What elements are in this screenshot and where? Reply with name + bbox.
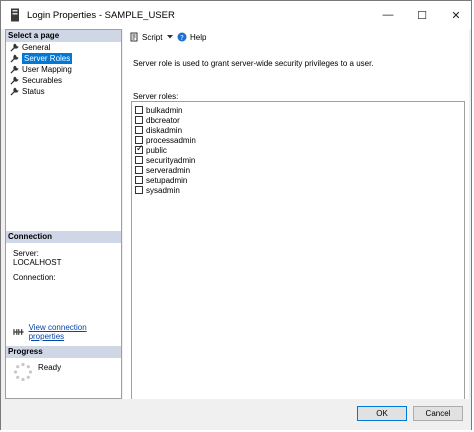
server-value: LOCALHOST — [13, 258, 62, 267]
title-bar[interactable]: Login Properties - SAMPLE_USER — ☐ ✕ — [1, 1, 471, 29]
script-label: Script — [142, 32, 163, 42]
nav-item-server-roles[interactable]: Server Roles — [10, 53, 73, 64]
connection-header: Connection — [6, 231, 121, 243]
wrench-icon — [10, 87, 19, 96]
nav-item-label: Securables — [22, 76, 63, 85]
ok-button[interactable]: OK — [357, 406, 407, 421]
left-panel: Select a page General Server Roles User … — [5, 29, 122, 399]
server-roles-list[interactable]: bulkadmin dbcreator diskadmin processadm… — [131, 101, 465, 408]
role-label: securityadmin — [146, 155, 196, 165]
role-label: diskadmin — [146, 125, 183, 135]
role-label: dbcreator — [146, 115, 180, 125]
nav-item-status[interactable]: Status — [10, 86, 45, 97]
role-checkbox[interactable] — [135, 126, 143, 134]
role-item-diskadmin[interactable]: diskadmin — [135, 125, 182, 135]
role-label: sysadmin — [146, 185, 180, 195]
dialog-footer: OK Cancel — [1, 399, 471, 430]
role-checkbox[interactable] — [135, 166, 143, 174]
view-connection-properties-text[interactable]: View connection properties — [29, 323, 121, 341]
role-checkbox[interactable] — [135, 156, 143, 164]
help-label: Help — [190, 32, 207, 42]
wrench-icon — [10, 65, 19, 74]
role-checkbox-checked[interactable]: ✓ — [135, 143, 144, 154]
role-item-sysadmin[interactable]: sysadmin — [135, 185, 180, 195]
server-roles-label: Server roles: — [133, 92, 179, 101]
nav-item-securables[interactable]: Securables — [10, 75, 62, 86]
script-button[interactable]: Script — [129, 32, 174, 42]
minimize-button[interactable]: — — [371, 1, 405, 29]
role-checkbox[interactable] — [135, 176, 143, 184]
nav-item-label: Status — [22, 87, 45, 96]
select-page-header: Select a page — [6, 30, 121, 42]
chevron-down-icon[interactable] — [166, 34, 174, 40]
nav-item-label: General — [22, 43, 51, 52]
main-panel: Script ? Help Server role is used to gra… — [123, 29, 469, 408]
nav-item-label: User Mapping — [22, 65, 72, 74]
role-label: serveradmin — [146, 165, 191, 175]
spinner-icon — [13, 362, 33, 382]
toolbar: Script ? Help — [123, 29, 469, 47]
role-item-processadmin[interactable]: processadmin — [135, 135, 196, 145]
cancel-button[interactable]: Cancel — [413, 406, 463, 421]
connection-label: Connection: — [13, 273, 56, 282]
svg-text:?: ? — [180, 34, 184, 42]
role-label: bulkadmin — [146, 105, 183, 115]
wrench-icon — [10, 54, 19, 63]
role-label: processadmin — [146, 135, 196, 145]
nav-item-user-mapping[interactable]: User Mapping — [10, 64, 72, 75]
wrench-icon — [10, 43, 19, 52]
role-checkbox[interactable] — [135, 116, 143, 124]
role-label: public — [146, 145, 167, 155]
nav-item-label: Server Roles — [22, 53, 73, 64]
nav-item-general[interactable]: General — [10, 42, 50, 53]
script-icon — [130, 32, 138, 42]
connection-icon — [13, 329, 24, 335]
role-item-dbcreator[interactable]: dbcreator — [135, 115, 180, 125]
role-item-setupadmin[interactable]: setupadmin — [135, 175, 187, 185]
progress-status: Ready — [38, 363, 62, 372]
login-properties-window: Login Properties - SAMPLE_USER — ☐ ✕ Sel… — [0, 0, 472, 430]
wrench-icon — [10, 76, 19, 85]
role-checkbox[interactable] — [135, 106, 143, 114]
server-label: Server: — [13, 249, 39, 258]
role-item-securityadmin[interactable]: securityadmin — [135, 155, 195, 165]
help-button[interactable]: ? Help — [177, 32, 206, 42]
view-connection-properties-link[interactable]: View connection properties — [13, 323, 121, 341]
progress-header: Progress — [6, 346, 121, 358]
help-icon: ? — [177, 32, 187, 42]
role-item-public[interactable]: ✓ public — [135, 143, 167, 155]
window-title: Login Properties - SAMPLE_USER — [27, 10, 175, 21]
role-label: setupadmin — [146, 175, 188, 185]
maximize-button[interactable]: ☐ — [405, 1, 439, 29]
description-text: Server role is used to grant server-wide… — [133, 59, 374, 68]
role-item-bulkadmin[interactable]: bulkadmin — [135, 105, 182, 115]
app-icon — [11, 8, 19, 22]
role-checkbox[interactable] — [135, 186, 143, 194]
close-button[interactable]: ✕ — [439, 1, 473, 29]
checkmark-icon: ✓ — [136, 143, 144, 153]
role-item-serveradmin[interactable]: serveradmin — [135, 165, 190, 175]
